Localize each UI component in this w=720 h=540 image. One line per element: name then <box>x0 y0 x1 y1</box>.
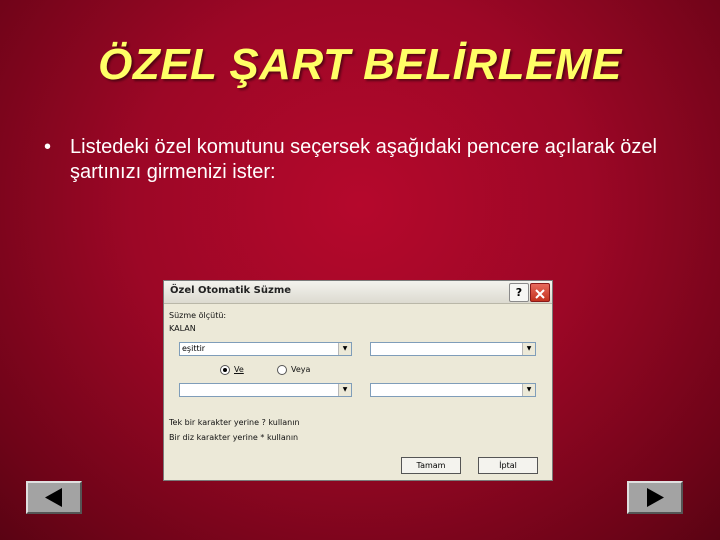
dialog-title: Özel Otomatik Süzme <box>170 285 292 296</box>
operator-1-value: eşittir <box>182 344 206 353</box>
chevron-down-icon[interactable]: ▼ <box>338 384 351 396</box>
help-button[interactable]: ? <box>509 283 529 302</box>
chevron-down-icon[interactable]: ▼ <box>522 384 535 396</box>
operator-select-2[interactable]: ▼ <box>179 383 352 397</box>
ok-button[interactable]: Tamam <box>401 457 461 474</box>
hint-single-char: Tek bir karakter yerine ? kullanın <box>169 418 300 427</box>
slide: { "slide": { "title": "ÖZEL ŞART BELİRLE… <box>0 0 720 540</box>
triangle-left-icon <box>45 488 62 507</box>
bullet-text: Listedeki özel komutunu seçersek aşağıda… <box>70 136 657 183</box>
dialog-titlebar: Özel Otomatik Süzme ? <box>164 281 552 304</box>
value-select-2[interactable]: ▼ <box>370 383 536 397</box>
close-icon <box>535 289 545 299</box>
next-slide-button[interactable] <box>627 481 683 514</box>
chevron-down-icon[interactable]: ▼ <box>338 343 351 355</box>
hint-multi-char: Bir diz karakter yerine * kullanın <box>169 433 299 442</box>
or-label: Veya <box>291 365 311 374</box>
value-select-1[interactable]: ▼ <box>370 342 536 356</box>
cancel-button[interactable]: İptal <box>478 457 538 474</box>
slide-title: ÖZEL ŞART BELİRLEME <box>98 40 622 89</box>
criteria-label: Süzme ölçütü: <box>169 311 227 320</box>
field-name-label: KALAN <box>169 324 196 333</box>
close-button[interactable] <box>530 283 550 302</box>
previous-slide-button[interactable] <box>26 481 82 514</box>
operator-select-1[interactable]: eşittir ▼ <box>179 342 352 356</box>
or-radio[interactable] <box>277 365 287 375</box>
triangle-right-icon <box>647 488 664 507</box>
help-icon: ? <box>515 286 523 299</box>
custom-autofilter-dialog: Özel Otomatik Süzme ? Süzme ölçütü: KALA… <box>163 280 553 481</box>
and-label: Ve <box>234 365 244 374</box>
chevron-down-icon[interactable]: ▼ <box>522 343 535 355</box>
bullet-marker: • <box>44 136 52 158</box>
and-radio[interactable] <box>220 365 230 375</box>
